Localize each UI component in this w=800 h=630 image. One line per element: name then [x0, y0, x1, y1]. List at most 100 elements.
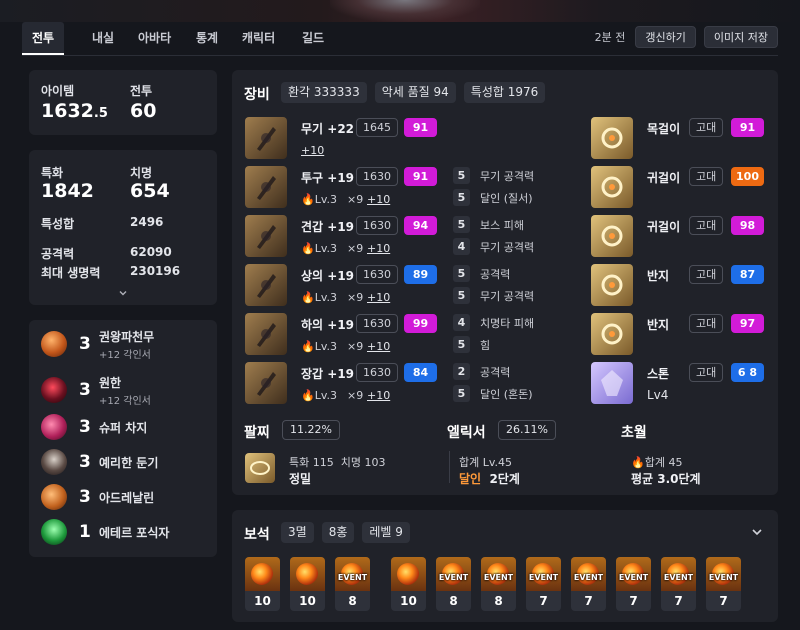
engraving-level: 3 — [79, 334, 91, 354]
gem-slot[interactable]: EVENT 7 — [526, 557, 561, 611]
trait-level: 5 — [453, 167, 470, 184]
accessory-tier: 고대 — [689, 314, 724, 333]
gem-slot[interactable]: EVENT 7 — [616, 557, 651, 611]
engraving-row[interactable]: 3 원한 +12 각인서 — [41, 373, 151, 407]
gloves-icon[interactable] — [245, 362, 287, 404]
ring-icon[interactable] — [591, 264, 633, 306]
quality-badge: 98 — [731, 216, 764, 235]
gear-trait: 5 달인 (질서) — [453, 189, 533, 206]
trait-name: 치명타 피해 — [480, 316, 535, 330]
engraving-row[interactable]: 1 에테르 포식자 — [41, 515, 169, 549]
earring-icon[interactable] — [591, 166, 633, 208]
stone-icon[interactable] — [591, 362, 633, 404]
trait-level: 4 — [453, 314, 470, 331]
gem-slot[interactable]: 10 — [391, 557, 426, 611]
bracelet-stats: 특화 115 치명 103 — [289, 456, 386, 469]
super-charge-engraving-icon — [41, 414, 67, 440]
gem-icon — [245, 557, 280, 591]
gear-transcend: 🔥Lv.3 ×9 — [301, 340, 363, 353]
save-image-button[interactable]: 이미지 저장 — [703, 26, 778, 48]
gem-slot[interactable]: EVENT 7 — [706, 557, 741, 611]
gem-level: 7 — [616, 591, 651, 611]
combat-level-label: 전투 — [130, 84, 153, 98]
gem-slot[interactable]: EVENT 7 — [571, 557, 606, 611]
gear-transcend: 🔥Lv.3 ×9 — [301, 291, 363, 304]
gear-trait: 2 공격력 — [453, 363, 510, 380]
tab-inner[interactable]: 내실 — [92, 22, 114, 55]
engraving-row[interactable]: 3 권왕파천무 +12 각인서 — [41, 327, 154, 361]
expand-chevron-icon[interactable] — [117, 284, 129, 296]
tab-guild[interactable]: 길드 — [302, 22, 324, 55]
trait-total-chip: 특성합 1976 — [463, 82, 546, 103]
gem-icon: EVENT — [661, 557, 696, 591]
trait-level: 2 — [453, 363, 470, 380]
trait-name: 힘 — [480, 338, 491, 352]
gem-slot[interactable]: 10 — [290, 557, 325, 611]
gear-trait: 5힘 — [453, 336, 490, 353]
gem-slot[interactable]: EVENT 8 — [335, 557, 370, 611]
necklace-icon[interactable] — [591, 117, 633, 159]
gear-upgrade: +10 — [367, 193, 391, 206]
tab-character[interactable]: 캐릭터 — [242, 22, 275, 55]
weapon-icon[interactable] — [245, 117, 287, 159]
chest-armor-icon[interactable] — [245, 264, 287, 306]
gem-icon: EVENT — [436, 557, 471, 591]
stat-total-value: 2496 — [130, 215, 164, 229]
gem-level: 7 — [706, 591, 741, 611]
shoulder-icon[interactable] — [245, 215, 287, 257]
stat-total-label: 특성합 — [41, 217, 75, 231]
tab-combat[interactable]: 전투 — [22, 22, 65, 55]
crit-value: 1842 — [41, 180, 94, 202]
refresh-button[interactable]: 갱신하기 — [635, 26, 696, 48]
event-tag: EVENT — [618, 573, 649, 582]
helmet-icon[interactable] — [245, 166, 287, 208]
trait-name: 보스 피해 — [480, 218, 524, 232]
engraving-book: +12 각인서 — [99, 349, 151, 361]
gem-level: 10 — [245, 591, 280, 611]
quality-badge: 87 — [731, 265, 764, 284]
quality-badge: 89 — [404, 265, 437, 284]
gem-icon: EVENT — [335, 557, 370, 591]
top-nav: 전투 내실 아바타 통계 캐릭터 길드 2분 전 갱신하기 이미지 저장 — [22, 22, 778, 56]
tab-stats[interactable]: 통계 — [196, 22, 218, 55]
flame-icon: 🔥 — [301, 340, 315, 353]
gem-icon: EVENT — [616, 557, 651, 591]
gear-trait: 5 공격력 — [453, 265, 510, 282]
ring-icon[interactable] — [591, 313, 633, 355]
gem-icon: EVENT — [706, 557, 741, 591]
transcend-multiplier: ×9 — [346, 242, 364, 255]
gear-transcend: 🔥Lv.3 ×9 — [301, 389, 363, 402]
flame-icon: 🔥 — [301, 242, 315, 255]
bracelet-icon[interactable] — [245, 453, 275, 483]
gem-slot[interactable]: EVENT 8 — [481, 557, 516, 611]
transcend-level: Lv.3 — [314, 389, 337, 402]
gear-upgrade: +10 — [367, 340, 391, 353]
gem-icon: EVENT — [481, 557, 516, 591]
gem-slot[interactable]: EVENT 7 — [661, 557, 696, 611]
gem-level: 8 — [436, 591, 471, 611]
keen-blunt-engraving-icon — [41, 449, 67, 475]
engravings-panel: 3 권왕파천무 +12 각인서 3 원한 +12 각인서 3 슈퍼 차지 3 예리한… — [29, 320, 217, 557]
quality-badge: 94 — [404, 216, 437, 235]
engraving-row[interactable]: 3 슈퍼 차지 — [41, 410, 147, 444]
elixir-divider — [449, 451, 450, 483]
swift-label: 치명 — [130, 166, 153, 180]
elixir-total: 합계 Lv.45 — [459, 456, 513, 469]
pants-icon[interactable] — [245, 313, 287, 355]
collapse-chevron-icon[interactable] — [750, 524, 764, 538]
earring-icon[interactable] — [591, 215, 633, 257]
engraving-row[interactable]: 3 예리한 둔기 — [41, 445, 158, 479]
engraving-row[interactable]: 3 아드레날린 — [41, 480, 154, 514]
gear-trait: 4 치명타 피해 — [453, 314, 534, 331]
event-tag: EVENT — [483, 573, 514, 582]
gear-trait: 5 무기 공격력 — [453, 167, 534, 184]
quality-badge: 99 — [404, 314, 437, 333]
transcend-title: 초월 — [621, 425, 647, 441]
event-tag: EVENT — [573, 573, 604, 582]
tab-avatar[interactable]: 아바타 — [138, 22, 171, 55]
gem-slot[interactable]: 10 — [245, 557, 280, 611]
trait-name: 무기 공격력 — [480, 289, 535, 303]
grudge-engraving-icon — [41, 377, 67, 403]
gear-name: 장갑 +19 — [301, 367, 355, 381]
gem-slot[interactable]: EVENT 8 — [436, 557, 471, 611]
